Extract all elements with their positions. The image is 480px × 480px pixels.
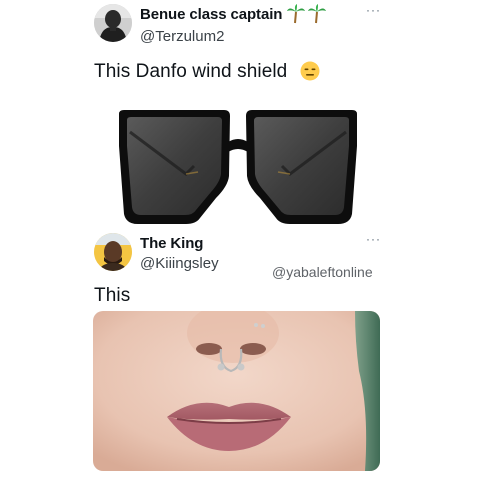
author-handle[interactable]: @Terzulum2 (140, 28, 224, 45)
author-name[interactable]: Benue class captain (140, 6, 282, 23)
avatar-photo-icon (94, 4, 132, 42)
tweet-text: This Danfo wind shield (94, 61, 288, 82)
tweet-text: This (94, 285, 131, 306)
more-options-icon[interactable]: ··· (366, 232, 381, 246)
avatar-photo-icon (94, 233, 132, 271)
expressionless-face-icon (300, 61, 320, 81)
author-name[interactable]: The King (140, 235, 203, 252)
watermark: @yabaleftonline (272, 264, 373, 280)
septum-piercing-image[interactable] (93, 311, 380, 471)
avatar-the-king[interactable] (94, 233, 132, 271)
more-options-icon[interactable]: ··· (366, 3, 381, 17)
avatar-benue-class-captain[interactable] (94, 4, 132, 42)
author-handle[interactable]: @Kiiingsley (140, 255, 219, 272)
sunglasses-image[interactable] (116, 106, 360, 228)
palm-tree-icon (287, 4, 327, 29)
